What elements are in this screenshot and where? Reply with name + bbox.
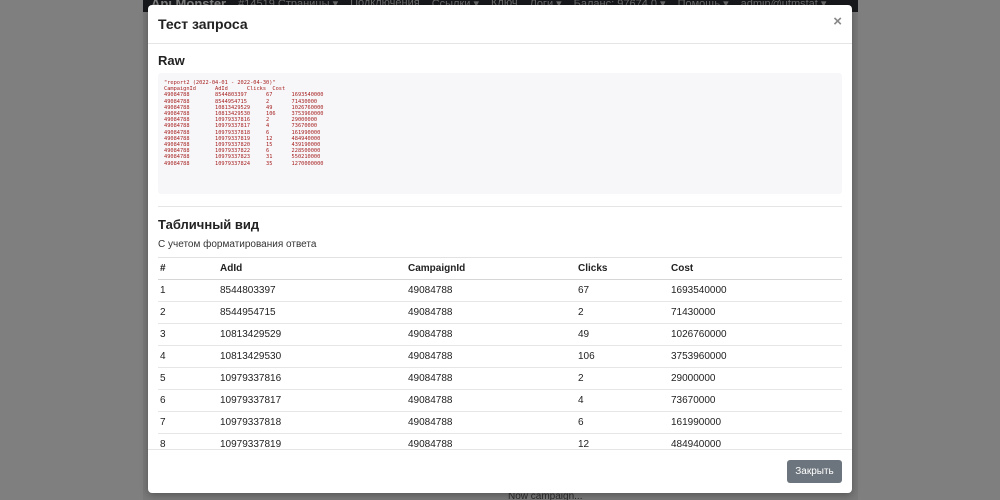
table-subtitle: С учетом форматирования ответа — [158, 239, 317, 250]
modal-title: Тест запроса — [158, 16, 248, 32]
table-cell: 67 — [576, 279, 669, 302]
table-cell: 49084788 — [406, 367, 576, 390]
test-request-modal: Тест запроса × Raw "report2 (2022-04-01 … — [148, 5, 852, 493]
table-cell: 10979337819 — [218, 433, 406, 450]
modal-body[interactable]: Raw "report2 (2022-04-01 - 2022-04-30)" … — [158, 44, 842, 450]
table-cell: 10979337816 — [218, 367, 406, 390]
table-cell: 7 — [158, 411, 218, 434]
modal-footer: Закрыть — [148, 449, 852, 493]
table-cell: 10979337818 — [218, 411, 406, 434]
table-cell: 161990000 — [669, 411, 842, 434]
table-cell: 29000000 — [669, 367, 842, 390]
table-cell: 8544803397 — [218, 279, 406, 302]
raw-output-text: "report2 (2022-04-01 - 2022-04-30)" Camp… — [164, 80, 324, 167]
close-button[interactable]: Закрыть — [787, 460, 842, 483]
table-cell: 2 — [158, 301, 218, 324]
table-cell: 6 — [158, 389, 218, 412]
table-cell: 4 — [576, 389, 669, 412]
table-cell: 1693540000 — [669, 279, 842, 302]
table-cell: 1026760000 — [669, 323, 842, 346]
table-row: 4 10813429530 49084788 106 3753960000 — [158, 345, 842, 368]
results-table: # AdId CampaignId Clicks Cost 1 85448033… — [158, 257, 842, 450]
table-cell: 8 — [158, 433, 218, 450]
table-row: 1 8544803397 49084788 67 1693540000 — [158, 279, 842, 302]
table-cell: 106 — [576, 345, 669, 368]
raw-output-box: "report2 (2022-04-01 - 2022-04-30)" Camp… — [158, 73, 842, 194]
column-header: CampaignId — [406, 257, 576, 280]
table-cell: 49084788 — [406, 389, 576, 412]
table-cell: 6 — [576, 411, 669, 434]
table-cell: 3753960000 — [669, 345, 842, 368]
table-cell: 12 — [576, 433, 669, 450]
table-cell: 49084788 — [406, 301, 576, 324]
table-cell: 484940000 — [669, 433, 842, 450]
table-section-title: Табличный вид — [158, 217, 260, 232]
table-row: 2 8544954715 49084788 2 71430000 — [158, 301, 842, 324]
close-icon[interactable]: × — [833, 13, 842, 30]
table-cell: 71430000 — [669, 301, 842, 324]
table-cell: 4 — [158, 345, 218, 368]
column-header: AdId — [218, 257, 406, 280]
table-cell: 2 — [576, 367, 669, 390]
table-cell: 1 — [158, 279, 218, 302]
modal-header: Тест запроса × — [148, 5, 852, 44]
table-cell: 3 — [158, 323, 218, 346]
table-row: 5 10979337816 49084788 2 29000000 — [158, 367, 842, 390]
table-cell: 49084788 — [406, 433, 576, 450]
table-cell: 49084788 — [406, 279, 576, 302]
table-cell: 49084788 — [406, 323, 576, 346]
table-row: 3 10813429529 49084788 49 1026760000 — [158, 323, 842, 346]
table-row: 6 10979337817 49084788 4 73670000 — [158, 389, 842, 412]
table-cell: 8544954715 — [218, 301, 406, 324]
table-cell: 49084788 — [406, 411, 576, 434]
table-row: 7 10979337818 49084788 6 161990000 — [158, 411, 842, 434]
section-divider — [158, 206, 842, 207]
table-cell: 49084788 — [406, 345, 576, 368]
raw-section-title: Raw — [158, 53, 185, 68]
table-cell: 10813429529 — [218, 323, 406, 346]
table-cell: 49 — [576, 323, 669, 346]
table-header-row: # AdId CampaignId Clicks Cost — [158, 257, 842, 280]
column-header: # — [158, 257, 218, 280]
table-cell: 5 — [158, 367, 218, 390]
table-cell: 10979337817 — [218, 389, 406, 412]
table-cell: 2 — [576, 301, 669, 324]
table-cell: 10813429530 — [218, 345, 406, 368]
table-row: 8 10979337819 49084788 12 484940000 — [158, 433, 842, 450]
column-header: Cost — [669, 257, 842, 280]
table-cell: 73670000 — [669, 389, 842, 412]
column-header: Clicks — [576, 257, 669, 280]
